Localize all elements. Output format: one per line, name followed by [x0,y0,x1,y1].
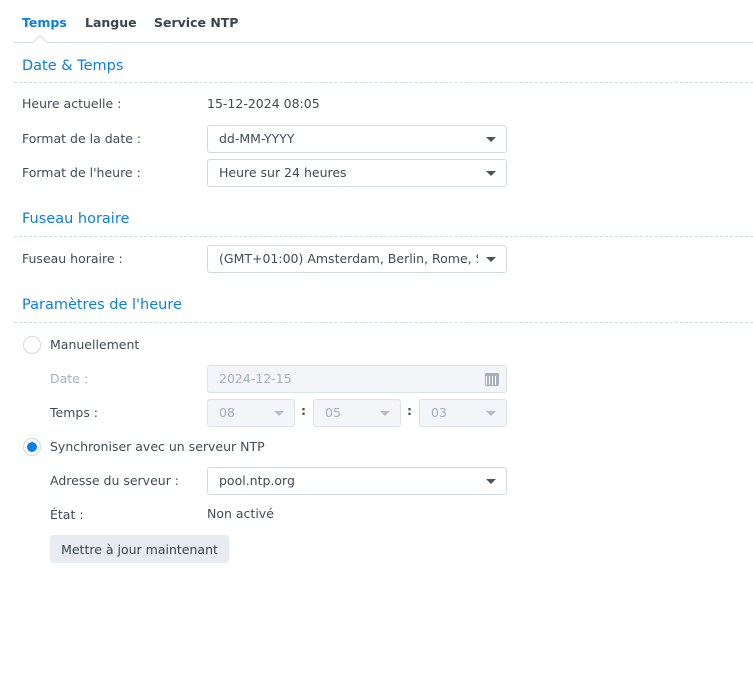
chevron-down-icon [486,411,496,416]
divider [14,236,753,237]
tab-divider [14,42,753,43]
minute-value: 05 [325,405,341,420]
ntp-radio[interactable] [23,438,41,456]
second-select[interactable]: 03 [419,399,507,427]
time-format-value: Heure sur 24 heures [219,165,347,180]
tab-temps[interactable]: Temps [22,15,67,30]
chevron-down-icon [486,137,496,142]
server-value: pool.ntp.org [219,473,295,488]
time-label: Temps : [50,405,99,420]
time-separator: : [301,403,306,418]
manual-radio[interactable] [23,336,41,354]
state-label: État : [50,507,84,522]
second-value: 03 [431,405,447,420]
section-title-timezone: Fuseau horaire [22,211,130,227]
hour-value: 08 [219,405,235,420]
ntp-label[interactable]: Synchroniser avec un serveur NTP [50,438,265,456]
date-input[interactable]: 2024-12-15 [207,365,507,393]
time-separator: : [407,403,412,418]
server-label: Adresse du serveur : [50,473,180,488]
chevron-down-icon [486,257,496,262]
chevron-down-icon [486,171,496,176]
time-format-label: Format de l'heure : [22,165,141,180]
tab-service-ntp[interactable]: Service NTP [154,15,238,30]
timezone-select[interactable]: (GMT+01:00) Amsterdam, Berlin, Rome, Sto… [207,245,507,273]
chevron-down-icon [486,479,496,484]
minute-select[interactable]: 05 [313,399,401,427]
hour-select[interactable]: 08 [207,399,295,427]
divider [14,322,753,323]
section-title-time-settings: Paramètres de l'heure [22,297,182,313]
divider [14,82,753,83]
section-title-date-time: Date & Temps [22,58,124,74]
server-select[interactable]: pool.ntp.org [207,467,507,495]
current-time-value: 15-12-2024 08:05 [207,96,320,111]
active-tab-indicator [32,34,48,50]
date-format-select[interactable]: dd-MM-YYYY [207,125,507,153]
chevron-down-icon [380,411,390,416]
manual-label[interactable]: Manuellement [50,336,139,354]
current-time-label: Heure actuelle : [22,96,122,111]
chevron-down-icon [274,411,284,416]
date-label: Date : [50,371,89,386]
date-format-value: dd-MM-YYYY [219,131,295,146]
date-value: 2024-12-15 [219,371,292,386]
update-now-button[interactable]: Mettre à jour maintenant [50,535,229,563]
timezone-value: (GMT+01:00) Amsterdam, Berlin, Rome, Sto… [219,251,506,266]
timezone-label: Fuseau horaire : [22,251,123,266]
calendar-icon[interactable] [485,373,499,386]
date-format-label: Format de la date : [22,131,142,146]
tab-langue[interactable]: Langue [85,15,137,30]
time-format-select[interactable]: Heure sur 24 heures [207,159,507,187]
state-value: Non activé [207,506,274,521]
